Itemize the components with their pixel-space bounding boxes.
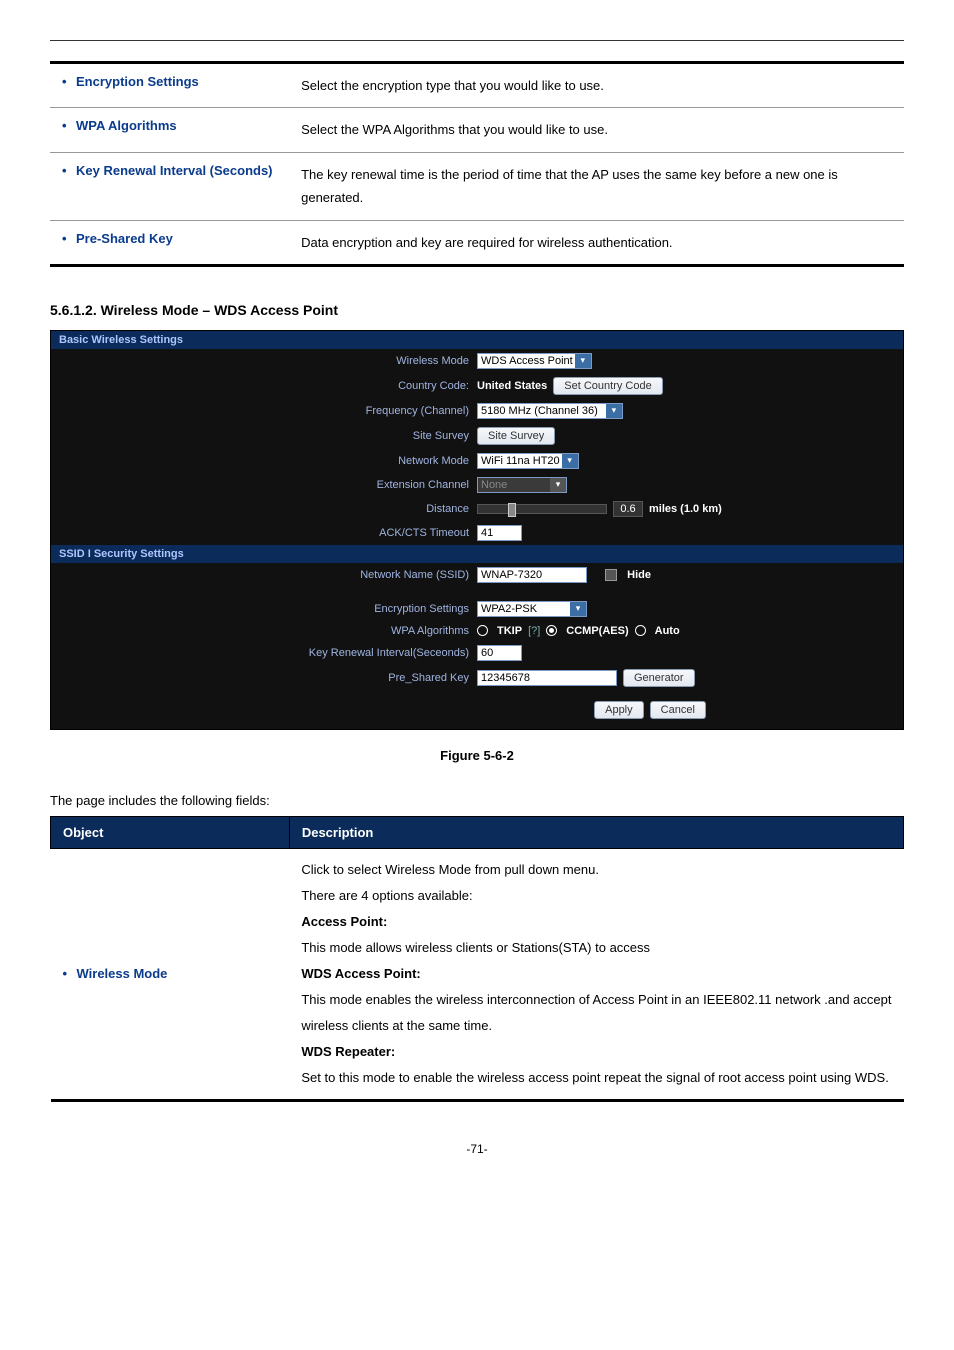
hide-checkbox[interactable]: [605, 569, 617, 581]
generator-button[interactable]: Generator: [623, 669, 695, 687]
preshared-key-label: Pre_Shared Key: [51, 672, 477, 684]
object-header: Object: [51, 816, 290, 848]
chevron-down-icon: ▾: [562, 454, 578, 468]
basic-wireless-header: Basic Wireless Settings: [51, 331, 903, 349]
apply-button[interactable]: Apply: [594, 701, 644, 719]
key-renewal-input[interactable]: 60: [477, 645, 522, 661]
row-wpa-algorithms-desc: Select the WPA Algorithms that you would…: [289, 108, 904, 152]
parameter-table: •Encryption Settings Select the encrypti…: [50, 61, 904, 267]
distance-label: Distance: [51, 503, 477, 515]
settings-panel: Basic Wireless Settings Wireless Mode WD…: [50, 330, 904, 730]
hide-label: Hide: [627, 569, 651, 581]
description-header: Description: [289, 816, 903, 848]
extension-channel-label: Extension Channel: [51, 479, 477, 491]
fields-intro: The page includes the following fields:: [50, 793, 904, 808]
auto-label: Auto: [655, 625, 680, 637]
section-heading: 5.6.1.2. Wireless Mode – WDS Access Poin…: [50, 302, 904, 318]
network-mode-select[interactable]: WiFi 11na HT20▾: [477, 453, 579, 469]
network-mode-label: Network Mode: [51, 455, 477, 467]
wireless-mode-obj-desc: Click to select Wireless Mode from pull …: [289, 848, 903, 1100]
ack-timeout-input[interactable]: 41: [477, 525, 522, 541]
slider-thumb[interactable]: [508, 503, 516, 517]
tkip-help-link[interactable]: [?]: [528, 625, 540, 637]
tkip-label: TKIP: [497, 625, 522, 637]
frequency-select[interactable]: 5180 MHz (Channel 36) ▾: [477, 403, 623, 419]
row-key-renewal-desc: The key renewal time is the period of ti…: [289, 152, 904, 220]
row-encryption-settings-desc: Select the encryption type that you woul…: [289, 63, 904, 108]
site-survey-button[interactable]: Site Survey: [477, 427, 555, 445]
distance-unit: miles (1.0 km): [649, 503, 722, 515]
country-code-value: United States: [477, 380, 547, 392]
wpa-algorithms-label: WPA Algorithms: [51, 625, 477, 637]
wireless-mode-obj-label: •Wireless Mode: [51, 848, 290, 1100]
site-survey-label: Site Survey: [51, 430, 477, 442]
distance-slider[interactable]: [477, 504, 607, 514]
chevron-down-icon: ▾: [606, 404, 622, 418]
object-description-table: Object Description •Wireless Mode Click …: [50, 816, 904, 1102]
figure-caption: Figure 5-6-2: [50, 748, 904, 763]
frequency-label: Frequency (Channel): [51, 405, 477, 417]
chevron-down-icon: ▾: [575, 354, 591, 368]
distance-input[interactable]: 0.6: [613, 501, 643, 517]
ssid-security-header: SSID I Security Settings: [51, 545, 903, 563]
preshared-key-input[interactable]: 12345678: [477, 670, 617, 686]
ccmp-radio[interactable]: [546, 625, 557, 636]
set-country-code-button[interactable]: Set Country Code: [553, 377, 662, 395]
row-preshared-key-label: •Pre-Shared Key: [50, 220, 289, 265]
encryption-settings-label: Encryption Settings: [51, 603, 477, 615]
row-key-renewal-label: •Key Renewal Interval (Seconds): [50, 152, 289, 220]
ack-timeout-label: ACK/CTS Timeout: [51, 527, 477, 539]
chevron-down-icon: ▾: [550, 478, 566, 492]
wireless-mode-select[interactable]: WDS Access Point▾: [477, 353, 592, 369]
network-name-input[interactable]: WNAP-7320: [477, 567, 587, 583]
wireless-mode-label: Wireless Mode: [51, 355, 477, 367]
chevron-down-icon: ▾: [570, 602, 586, 616]
auto-radio[interactable]: [635, 625, 646, 636]
network-name-label: Network Name (SSID): [51, 569, 477, 581]
extension-channel-select: None▾: [477, 477, 567, 493]
ccmp-label: CCMP(AES): [566, 625, 628, 637]
tkip-radio[interactable]: [477, 625, 488, 636]
row-encryption-settings-label: •Encryption Settings: [50, 63, 289, 108]
key-renewal-label: Key Renewal Interval(Seceonds): [51, 647, 477, 659]
page-number: -71-: [50, 1142, 904, 1156]
row-preshared-key-desc: Data encryption and key are required for…: [289, 220, 904, 265]
country-code-label: Country Code:: [51, 380, 477, 392]
cancel-button[interactable]: Cancel: [650, 701, 706, 719]
encryption-settings-select[interactable]: WPA2-PSK▾: [477, 601, 587, 617]
row-wpa-algorithms-label: •WPA Algorithms: [50, 108, 289, 152]
